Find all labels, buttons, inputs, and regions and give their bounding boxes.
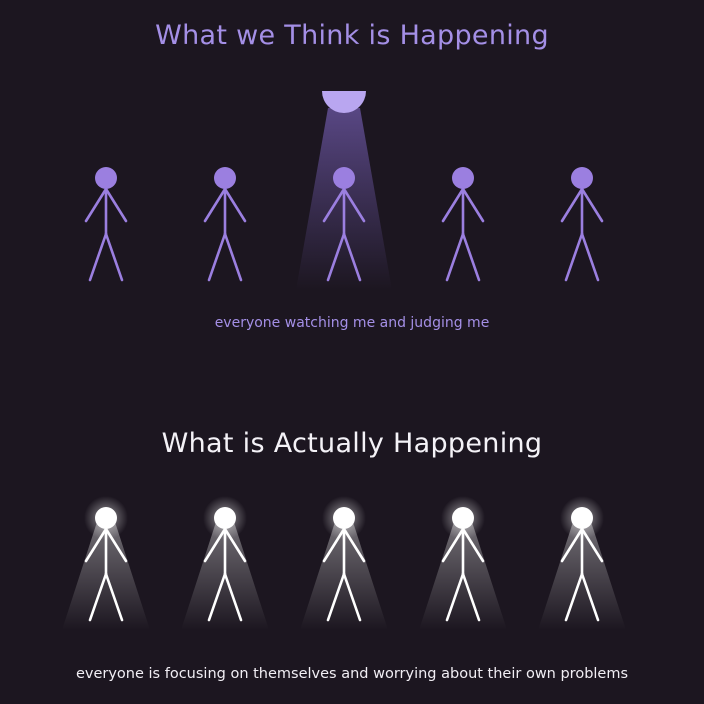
top-title: What we Think is Happening: [155, 20, 549, 51]
glowing-head-stick-figure-icon: [419, 496, 507, 630]
stick-figure-icon: [560, 167, 604, 282]
glowing-head-stick-figure-icon: [181, 496, 269, 630]
spotlight-scene: [84, 91, 604, 290]
glowing-head-stick-figure-icon: [62, 496, 150, 630]
glowing-head-stick-figure-icon: [538, 496, 626, 630]
top-caption: everyone watching me and judging me: [214, 315, 490, 331]
glowing-head-stick-figure-icon: [300, 496, 388, 630]
stick-figure-icon: [441, 167, 485, 282]
stick-figure-icon: [203, 167, 247, 282]
stick-figure-icon: [84, 167, 128, 282]
bottom-title: What is Actually Happening: [161, 428, 543, 459]
bottom-caption: everyone is focusing on themselves and w…: [75, 666, 629, 682]
self-focus-scene: [62, 496, 626, 630]
